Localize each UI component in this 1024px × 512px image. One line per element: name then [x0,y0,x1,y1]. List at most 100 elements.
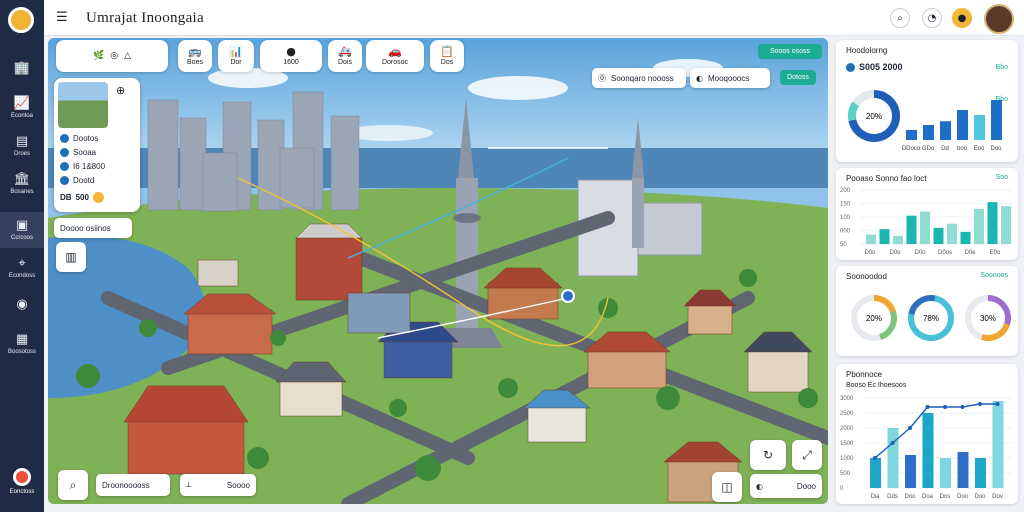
toolbar-car[interactable]: 🚗 Dorosoc [366,40,424,72]
leaf-icon[interactable]: 🌿 [93,51,104,61]
combo-y-label: 3000 [840,396,854,402]
grid-icon: ▦ [15,332,29,347]
locate-icon[interactable]: ⊕ [116,84,125,97]
stats-panel: Hoodolorng S005 2000 Bbo Bbo 20% DDoco GDo… [836,40,1018,162]
route-pill[interactable]: ⟂ Soooo [180,474,256,496]
property-thumbnail [58,82,108,128]
combo-panel: Pbonnoce Booso Ec Ihoesoos 3000 2500 2000 1… [836,364,1018,504]
donut-segment [873,295,896,313]
sidebar-item-econtoa[interactable]: 📈 Econtoa [0,90,44,126]
coin-icon: ◉ [16,297,28,312]
toolbar-counter[interactable]: ● 1600 [260,40,322,72]
speedometer-icon[interactable]: ◔ [922,8,942,28]
filter-icon: ⓪ [598,73,606,83]
city-map[interactable]: 🌿 ◎ △ 🚌 Boes 📊 Dor ● 1600 🚑 Dois 🚗 Dorosoc 📋 Dos… [48,38,828,504]
pin-icon: ⌖ [18,256,26,271]
search-icon[interactable]: ⌕ [890,8,910,28]
stats-x-label: Eoo [974,146,985,152]
area-bar [920,211,930,244]
top-bar: ☰ Umrajat Inoongaia ⌕ ◔ ● [44,0,1024,36]
clipboard-icon: 📋 [440,45,454,58]
map-toolbar-group[interactable]: 🌿 ◎ △ [56,40,168,72]
sidebar-item-coin[interactable]: ◉ [0,288,44,324]
combo-point [960,405,965,409]
combo-bar [887,428,899,488]
area-x-label: D0o [889,250,901,256]
stats-bar [991,100,1002,140]
stats-bar [923,125,934,140]
combo-y-label: 2000 [840,426,854,432]
stats-bar [957,110,968,140]
coin-icon [92,192,104,203]
stats-bar [940,121,951,140]
area-chart: 200 150 100 000 50 D0o D0o D0o D0os D0e E0o [840,188,1012,256]
search-icon: ⌕ [69,477,77,492]
property-info-card[interactable]: ⊕ Dootos Sooaa I6 1&800 Dootd DB 500 [54,78,140,212]
bottom-label-pill[interactable]: Droonooooss [96,474,170,496]
area-x-label: E0o [990,250,1001,256]
bell-icon[interactable]: △ [124,51,131,61]
layers-button[interactable]: ▥ [56,242,86,272]
toolbar-chart[interactable]: 📊 Dor [218,40,254,72]
car-icon: 🚗 [388,45,402,58]
expand-button[interactable]: ⤢ [792,440,822,470]
combo-y-label: 1500 [840,441,854,447]
chart-icon: 📈 [13,96,31,111]
combo-point [995,402,1000,406]
area-y-label: 150 [840,202,851,208]
stats-x-label: boo [957,146,968,152]
document-icon: ▤ [15,134,29,149]
combo-x-label: Doo [957,494,969,500]
audio-icon: ◐ [756,481,763,491]
binoculars-icon[interactable]: ◎ [110,51,118,61]
sidebar-item-econdoss[interactable]: ⌖ Econdoss [0,250,44,286]
sidebar-item-droes[interactable]: ▤ Droes [0,128,44,164]
stats-x-label: Doo [990,146,1002,152]
coin-icon[interactable]: ● [952,8,972,28]
toolbar-clipboard[interactable]: 📋 Dos [430,40,464,72]
status-dot [60,176,69,185]
sidebar-settings[interactable]: Eonctoss [0,468,44,504]
app-title: Umrajat Inoongaia [86,10,204,26]
tag-filter-2[interactable]: ◐ Mooqooocs [690,68,770,88]
combo-y-label: 2500 [840,411,854,417]
combo-x-label: Dov [992,494,1003,500]
combo-bar [922,413,934,488]
combo-x-label: Doo [974,494,986,500]
toolbar-ambulance[interactable]: 🚑 Dois [328,40,362,72]
toolbar-bus[interactable]: 🚌 Boes [178,40,212,72]
combo-y-label: 0 [840,486,844,492]
combo-bar [940,458,951,488]
sidebar-item-building[interactable]: 🏢 [0,52,44,88]
search-map-button[interactable]: ⌕ [58,470,88,500]
sidebar-item-ccrcoos[interactable]: ▣ Ccrcoos [0,212,44,248]
avatar[interactable] [984,4,1014,34]
area-bar [974,208,984,244]
coin-icon: ● [286,45,296,58]
menu-icon[interactable]: ☰ [56,10,68,25]
toggle-icon: ◐ [696,73,703,83]
area-bar [906,215,917,244]
area-x-label: D0os [938,250,952,256]
area-bar [947,223,957,244]
map-action-button[interactable]: Dotoss [780,70,816,85]
camera-button[interactable]: ◫ [712,472,742,502]
chart-icon: 📊 [229,45,243,58]
stats-bar [906,130,917,140]
sidebar-item-boosotoss[interactable]: ▦ Boosotoss [0,326,44,362]
sidebar-item-bosanes[interactable]: 🏛 Bosanes [0,166,44,202]
search-pill[interactable]: Doooo osiinos [54,218,132,238]
camera-icon: ◫ [721,480,733,494]
combo-bar [957,452,969,488]
donut-label: 30% [980,314,996,323]
donut-segment [848,101,860,121]
area-y-label: 000 [840,229,851,235]
combo-chart: 3000 2500 2000 1500 1000 500 0 Dia Dds Doo Doa Dos D… [840,396,1012,500]
tag-filter-1[interactable]: ⓪ Soonqaro noooss [592,68,686,88]
top-action-button[interactable]: Sooos ososs [758,44,822,59]
brand-logo[interactable] [8,7,34,33]
audio-pill[interactable]: ◐ Dooo [750,474,822,498]
area-bar [893,235,903,244]
refresh-button[interactable]: ↻ [750,440,786,470]
combo-point [873,456,877,460]
